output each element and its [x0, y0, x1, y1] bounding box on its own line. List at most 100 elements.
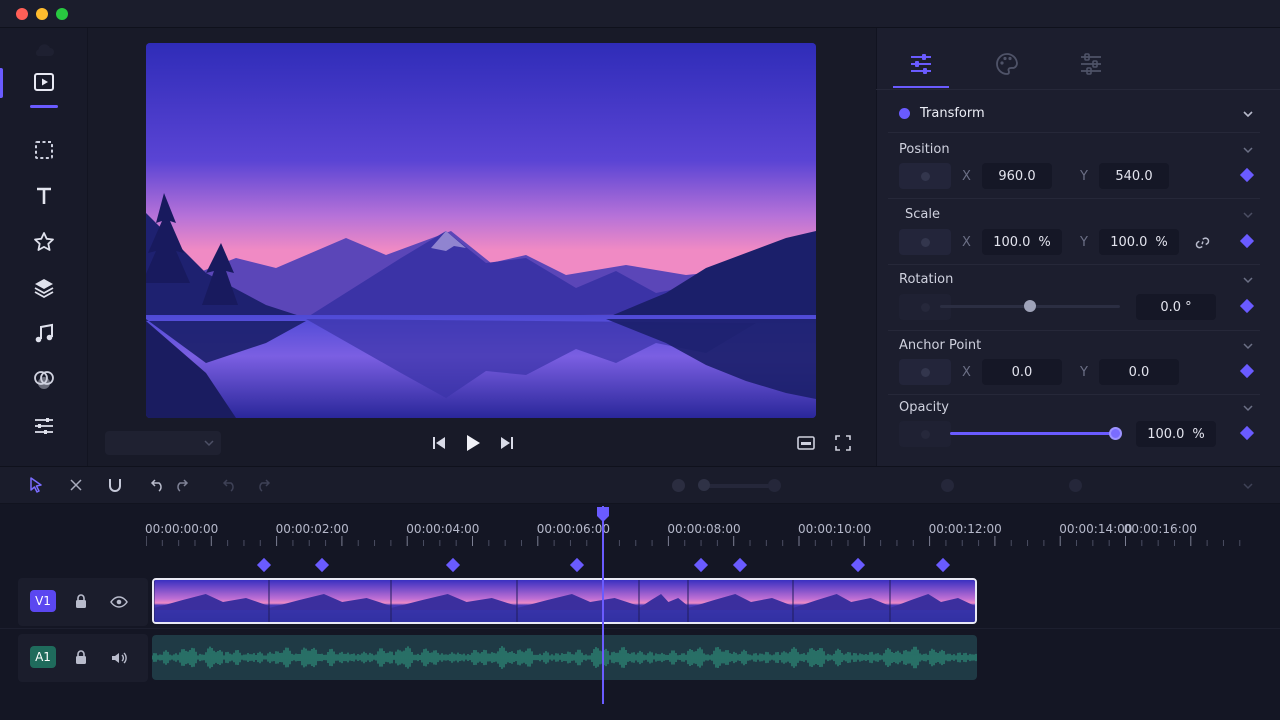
timeline-zoom-slider[interactable]	[700, 484, 770, 488]
timeline-ruler[interactable]	[146, 536, 1254, 546]
chevron-down-icon	[204, 440, 214, 447]
mute-track-button[interactable]	[110, 650, 128, 669]
color-icon	[34, 371, 54, 389]
opacity-slider-thumb[interactable]	[1109, 427, 1122, 440]
position-x-value: 960.0	[998, 168, 1036, 184]
rail-active-marker	[0, 68, 3, 98]
scale-x-value: 100.0	[993, 234, 1031, 250]
tab-transform[interactable]	[889, 40, 953, 88]
next-frame-button[interactable]	[498, 434, 516, 452]
redo-disabled-button[interactable]	[254, 476, 272, 494]
rail-crop-button[interactable]	[26, 132, 62, 168]
chevron-down-icon[interactable]	[1242, 340, 1254, 352]
rail-color-button[interactable]	[26, 362, 62, 398]
video-preview[interactable]	[146, 43, 816, 418]
chevron-down-icon[interactable]	[1242, 480, 1254, 492]
tabs-divider	[876, 89, 1280, 90]
skip-forward-icon	[501, 437, 513, 449]
opacity-field[interactable]: 100.0%	[1136, 421, 1216, 447]
clip-thumbnail	[638, 580, 688, 622]
playhead-handle[interactable]	[596, 506, 610, 522]
scissors-icon	[70, 479, 82, 491]
audio-clip[interactable]	[152, 635, 977, 680]
row-divider	[888, 394, 1260, 395]
timecode-label: 00:00:02:00	[275, 522, 349, 536]
timecode-label: 00:00:06:00	[536, 522, 611, 536]
rotation-slider-thumb[interactable]	[1024, 300, 1036, 312]
snap-toggle[interactable]	[941, 479, 954, 492]
zoom-select[interactable]	[105, 431, 221, 455]
rail-stickers-button[interactable]	[26, 224, 62, 260]
position-keyframe-toggle[interactable]	[899, 163, 951, 189]
split-tool-button[interactable]	[67, 476, 85, 494]
cursor-icon	[30, 477, 42, 493]
previous-frame-button[interactable]	[430, 434, 448, 452]
rail-audio-button[interactable]	[26, 316, 62, 352]
scale-y-value: 100.0	[1110, 234, 1148, 250]
video-clip[interactable]	[152, 578, 977, 624]
adjust-icon	[35, 418, 53, 434]
scale-y-field[interactable]: 100.0%	[1099, 229, 1179, 255]
clip-thumbnail	[889, 580, 975, 622]
toggle-visibility-button[interactable]	[110, 594, 128, 613]
minimize-window-button[interactable]	[36, 8, 48, 20]
rail-media-button[interactable]	[26, 64, 62, 108]
anchor-x-field[interactable]: 0.0	[982, 359, 1062, 385]
zoom-window-button[interactable]	[56, 8, 68, 20]
redo-icon	[177, 479, 189, 492]
position-y-value: 540.0	[1115, 168, 1153, 184]
anchor-y-field[interactable]: 0.0	[1099, 359, 1179, 385]
zoom-in-button[interactable]	[768, 479, 781, 492]
scale-keyframe-toggle[interactable]	[899, 229, 951, 255]
clip-thumbnail	[268, 580, 391, 622]
cloud-icon[interactable]	[26, 40, 62, 60]
select-tool-button[interactable]	[27, 476, 45, 494]
playhead[interactable]	[602, 506, 605, 704]
timeline-settings-button[interactable]	[1069, 479, 1082, 492]
undo-button[interactable]	[149, 476, 167, 494]
position-x-field[interactable]: 960.0	[982, 163, 1052, 189]
chevron-down-icon[interactable]	[1242, 108, 1254, 120]
chevron-down-icon[interactable]	[1242, 144, 1254, 156]
opacity-keyframe-toggle[interactable]	[899, 421, 951, 447]
text-icon	[37, 187, 51, 204]
clip-thumbnail	[687, 580, 793, 622]
lock-track-button[interactable]	[74, 593, 88, 613]
play-button[interactable]	[462, 432, 484, 454]
opacity-slider[interactable]	[950, 432, 1116, 435]
redo-button[interactable]	[172, 476, 190, 494]
timecode-label: 00:00:10:00	[798, 522, 872, 536]
play-icon	[467, 435, 480, 451]
position-y-field[interactable]: 540.0	[1099, 163, 1169, 189]
link-scale-button[interactable]	[1192, 233, 1212, 251]
sliders-icon	[911, 54, 931, 74]
lock-track-button[interactable]	[74, 649, 88, 669]
timecode-label: 00:00:12:00	[928, 522, 1002, 536]
track-tag-a1: A1	[30, 646, 56, 668]
chevron-down-icon[interactable]	[1242, 402, 1254, 414]
anchor-x-axis: X	[962, 365, 971, 380]
rail-layers-button[interactable]	[26, 270, 62, 306]
scale-y-unit: %	[1155, 234, 1168, 250]
anchor-keyframe-toggle[interactable]	[899, 359, 951, 385]
clip-thumbnail	[154, 580, 269, 622]
chevron-down-icon[interactable]	[1242, 274, 1254, 286]
layers-icon	[34, 279, 54, 299]
timeline-zoom-thumb[interactable]	[698, 479, 710, 491]
media-icon	[34, 73, 54, 91]
opacity-value: 100.0	[1147, 426, 1185, 442]
chevron-down-icon[interactable]	[1242, 209, 1254, 221]
music-icon	[35, 323, 53, 343]
tab-color[interactable]	[975, 40, 1039, 88]
close-window-button[interactable]	[16, 8, 28, 20]
magnet-button[interactable]	[106, 476, 124, 494]
tab-effects[interactable]	[1059, 40, 1123, 88]
fullscreen-button[interactable]	[834, 434, 852, 452]
rail-adjust-button[interactable]	[26, 408, 62, 444]
rotation-field[interactable]: 0.0 °	[1136, 294, 1216, 320]
undo-disabled-button[interactable]	[221, 476, 239, 494]
zoom-out-button[interactable]	[672, 479, 685, 492]
safe-area-button[interactable]	[796, 434, 816, 452]
scale-x-field[interactable]: 100.0%	[982, 229, 1062, 255]
rail-text-button[interactable]	[26, 178, 62, 214]
